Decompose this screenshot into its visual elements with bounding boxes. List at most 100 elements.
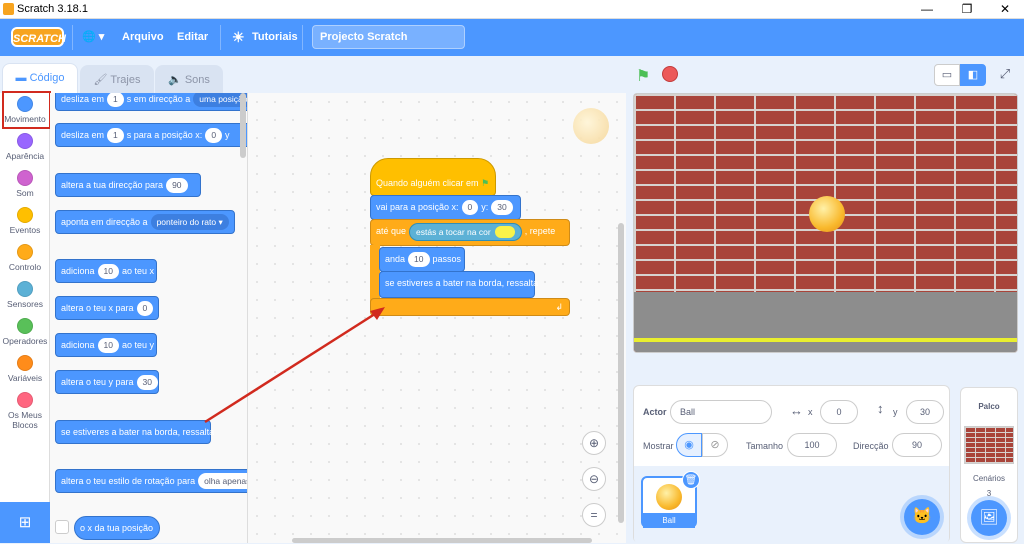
category-highlight (2, 91, 51, 129)
ball-thumbnail (656, 484, 682, 510)
stop-icon[interactable] (662, 66, 678, 82)
trash-icon[interactable]: 🗑 (682, 471, 700, 489)
block-change-y[interactable]: adiciona 10 ao teu y (55, 333, 157, 357)
green-flag-icon[interactable]: ⚑ (636, 66, 650, 86)
block-when-flag-clicked[interactable]: Quando alguém clicar em ⚑ (370, 158, 496, 196)
y-input[interactable]: 30 (906, 400, 944, 424)
app-icon (3, 3, 14, 15)
category-dot-icon (17, 170, 33, 186)
menu-edit[interactable]: Editar (177, 19, 208, 56)
separator (302, 25, 303, 50)
zoom-reset-icon[interactable]: = (582, 503, 606, 527)
close-button[interactable]: ✕ (990, 1, 1020, 18)
backdrops-count: 3 (986, 489, 992, 498)
category-sensores[interactable]: Sensores (0, 281, 50, 309)
separator (220, 25, 221, 50)
block-glide-to[interactable]: desliza em 1 s em direcção a uma posição (55, 93, 247, 111)
block-touching-color[interactable]: estás a tocar na cor (409, 222, 522, 241)
category-variáveis[interactable]: Variáveis (0, 355, 50, 383)
block-change-x[interactable]: adiciona 10 ao teu x (55, 259, 157, 283)
category-label: Operadores (2, 336, 48, 346)
category-dot-icon (17, 281, 33, 297)
block-x-position[interactable]: o x da tua posição (74, 516, 160, 540)
category-dot-icon (17, 207, 33, 223)
direction-label: Direcção (853, 441, 889, 451)
block-palette: desliza em 1 s em direcção a uma posição de… (50, 93, 248, 543)
add-extension-icon[interactable]: ⊞ (0, 502, 50, 543)
vertical-arrows-icon: ↕ (877, 401, 884, 416)
category-dot-icon (17, 355, 33, 371)
stage-panel: Palco Cenários 3 🖼 (960, 387, 1018, 543)
palette-scrollbar[interactable] (240, 93, 246, 158)
script-workspace[interactable]: Quando alguém clicar em ⚑ vai para a pos… (248, 93, 626, 543)
zoom-out-icon[interactable]: ⊖ (582, 467, 606, 491)
block-goto-xy[interactable]: vai para a posição x: 0 y: 30 (370, 195, 521, 220)
color-swatch[interactable] (494, 226, 515, 239)
block-point-towards[interactable]: aponta em direcção a ponteiro do rato ▾ (55, 210, 235, 234)
y-label: y (893, 407, 898, 417)
hide-eye-icon[interactable]: ⊘ (702, 433, 728, 457)
menu-tutorials[interactable]: Tutoriais (252, 19, 298, 56)
category-controlo[interactable]: Controlo (0, 244, 50, 272)
normal-stage-icon[interactable]: ◧ (960, 64, 986, 86)
category-label: Controlo (8, 262, 42, 272)
category-label: Sensores (7, 299, 43, 309)
block-set-x[interactable]: altera o teu x para 0 (55, 296, 159, 320)
tab-code[interactable]: ▬ Código (2, 63, 78, 94)
maximize-button[interactable]: ❐ (952, 1, 982, 18)
horizontal-arrows-icon: ↔ (790, 403, 803, 418)
block-rotation-style[interactable]: altera o teu estilo de rotação para olha … (55, 469, 247, 493)
brick-wall-backdrop (634, 94, 1017, 292)
stage-canvas[interactable] (633, 93, 1018, 353)
block-bounce-script[interactable]: se estiveres a bater na borda, ressalta (379, 271, 538, 298)
workspace-scrollbar-h[interactable] (292, 538, 592, 543)
ball-sprite[interactable] (809, 196, 845, 232)
add-sprite-icon[interactable]: 🐱 (904, 499, 940, 535)
small-stage-icon[interactable]: ▭ (934, 64, 960, 86)
project-title-input[interactable]: Projecto Scratch (312, 25, 465, 49)
scratch-logo[interactable]: SCRATCH (11, 27, 66, 47)
category-label: Eventos (9, 225, 41, 235)
stage-thumbnail[interactable] (964, 426, 1014, 464)
block-bounce[interactable]: se estiveres a bater na borda, ressalta (55, 420, 214, 444)
size-label: Tamanho (746, 441, 784, 451)
menu-file[interactable]: Arquivo (122, 19, 164, 56)
show-eye-icon[interactable]: ◉ (676, 433, 702, 457)
category-label: Os Meus Blocos (7, 410, 42, 430)
add-backdrop-icon[interactable]: 🖼 (971, 500, 1007, 536)
tab-sounds[interactable]: 🔈 Sons (155, 65, 223, 94)
category-label: Aparência (5, 151, 45, 161)
category-som[interactable]: Som (0, 170, 50, 198)
block-move-steps[interactable]: anda 10 passos (379, 247, 465, 272)
repeat-bottom: ↲ (370, 298, 570, 316)
size-input[interactable]: 100 (787, 433, 837, 457)
green-flag-icon: ⚑ (481, 178, 490, 188)
sprite-thumb-label: Ball (643, 513, 695, 528)
road-backdrop (634, 292, 1017, 352)
block-set-y[interactable]: altera o teu y para 30 (55, 370, 159, 394)
category-dot-icon (17, 244, 33, 260)
category-os-meus-blocos[interactable]: Os Meus Blocos (0, 392, 50, 430)
category-aparência[interactable]: Aparência (0, 133, 50, 161)
fullscreen-icon[interactable]: ⤢ (994, 64, 1016, 86)
category-label: Variáveis (7, 373, 43, 383)
category-eventos[interactable]: Eventos (0, 207, 50, 235)
block-glide-xy[interactable]: desliza em 1 s para a posição x: 0 y (55, 123, 247, 147)
workspace-scrollbar-v[interactable] (618, 223, 624, 523)
tab-costumes[interactable]: 🖌 Trajes (80, 65, 154, 94)
sprite-info-panel: Actor Ball ↔ x 0 ↕ y 30 Mostrar ◉ ⊘ Tama… (633, 385, 950, 544)
language-globe-icon[interactable]: 🌐 ▾ (82, 19, 104, 56)
category-dot-icon (17, 133, 33, 149)
brush-icon: 🖌 (93, 74, 111, 86)
category-operadores[interactable]: Operadores (0, 318, 50, 346)
category-label: Som (16, 188, 34, 198)
x-label: x (808, 407, 813, 417)
sprite-name-input[interactable]: Ball (670, 400, 772, 424)
block-point-direction[interactable]: altera a tua direcção para 90 (55, 173, 201, 197)
minimize-button[interactable]: — (912, 1, 942, 18)
block-repeat-until[interactable]: até que estás a tocar na cor, repete (370, 219, 570, 246)
zoom-in-icon[interactable]: ⊕ (582, 431, 606, 455)
x-input[interactable]: 0 (820, 400, 858, 424)
direction-input[interactable]: 90 (892, 433, 942, 457)
x-position-checkbox[interactable] (55, 520, 69, 534)
